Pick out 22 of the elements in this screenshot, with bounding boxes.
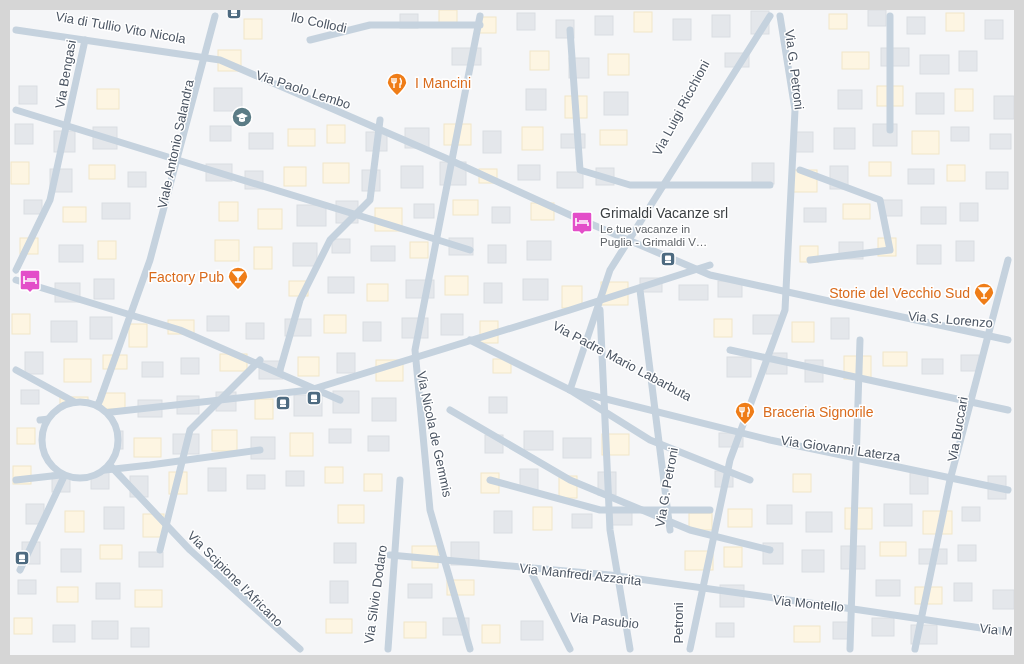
street-label: Via Silvio Dodaro <box>361 544 390 645</box>
street-label: Viale Antonio Salandra <box>154 78 197 210</box>
street-label: Via Nicola de Gemmis <box>413 369 456 499</box>
street-label: Via Montello <box>772 592 845 615</box>
street-label: Via Buccari <box>944 395 971 463</box>
place-name[interactable]: Grimaldi Vacanze srl <box>600 205 729 221</box>
street-label: Via Bengasi <box>52 38 79 110</box>
street-label: Via Giovanni Laterza <box>779 432 902 465</box>
street-label: Via G. Petroni <box>652 446 681 529</box>
street-label: Via Paolo Lembo <box>254 67 353 113</box>
place-description: Le tue vacanze in Puglia - Grimaldi V… <box>600 223 708 248</box>
place-name[interactable]: I Mancini <box>415 75 472 91</box>
street-label: Petroni <box>671 602 686 644</box>
place-name[interactable]: Storie del Vecchio Sud <box>829 285 970 301</box>
place-name[interactable]: Braceria Signorile <box>763 404 874 420</box>
street-label: Via S. Lorenzo <box>907 308 994 331</box>
street-label: Via G. Petroni <box>782 28 807 111</box>
street-label: Via Manfredi Azzarita <box>518 560 643 589</box>
street-label: Via M <box>978 620 1014 639</box>
street-label: Via Pasubio <box>569 609 640 632</box>
place-name[interactable]: Factory Pub <box>148 269 224 285</box>
street-label: llo Collodi <box>289 10 349 36</box>
